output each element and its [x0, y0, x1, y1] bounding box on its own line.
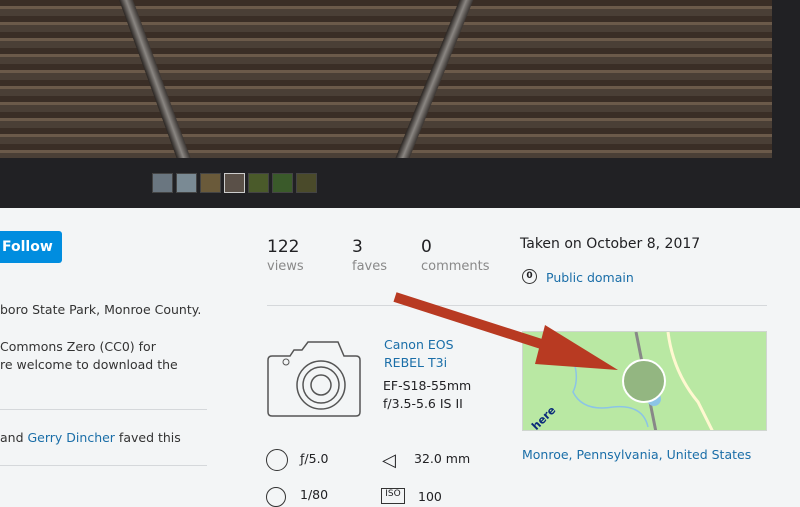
thumbnail[interactable]	[200, 173, 221, 193]
divider	[0, 465, 207, 466]
iso-value: 100	[418, 489, 442, 504]
description-line: Commons Zero (CC0) for	[0, 339, 156, 354]
description-line: boro State Park, Monroe County.	[0, 302, 202, 317]
focal-length-value: 32.0 mm	[414, 451, 471, 466]
follow-button[interactable]: Follow	[0, 231, 62, 263]
divider	[0, 409, 207, 410]
camera-model-link[interactable]: REBEL T3i	[384, 355, 447, 370]
shutter-speed-icon	[266, 487, 286, 507]
thumbnail[interactable]	[176, 173, 197, 193]
public-domain-icon: 0	[522, 269, 537, 284]
license-link[interactable]: Public domain	[546, 270, 634, 285]
main-photo[interactable]	[0, 0, 772, 158]
thumbnail[interactable]	[248, 173, 269, 193]
description-line: re welcome to download the	[0, 357, 178, 372]
camera-icon	[267, 341, 361, 417]
divider	[267, 305, 767, 306]
location-link[interactable]: Monroe, Pennsylvania, United States	[522, 447, 751, 462]
focal-length-icon: ◁	[382, 450, 396, 471]
camera-model-link[interactable]: Canon EOS	[384, 337, 454, 352]
photo-viewer	[0, 0, 800, 208]
thumbnail[interactable]	[272, 173, 293, 193]
lens: EF-S18-55mm	[383, 378, 472, 393]
faved-by: and Gerry Dincher faved this	[0, 430, 181, 445]
thumbnail-strip	[152, 173, 317, 193]
thumbnail[interactable]	[152, 173, 173, 193]
thumbnail[interactable]	[296, 173, 317, 193]
user-link[interactable]: Gerry Dincher	[28, 430, 115, 445]
aperture-icon	[266, 449, 288, 471]
stat-views: 122 views	[267, 237, 304, 274]
here-logo: here	[529, 404, 558, 431]
lens: f/3.5-5.6 IS II	[383, 396, 463, 411]
stat-faves: 3 faves	[352, 237, 388, 274]
thumbnail[interactable]	[224, 173, 245, 193]
date-taken: Taken on October 8, 2017	[520, 236, 701, 252]
stat-comments: 0 comments	[421, 237, 490, 274]
aperture-value: ƒ/5.0	[300, 451, 329, 466]
location-map[interactable]: here	[522, 331, 767, 431]
iso-icon: ISO	[381, 488, 405, 504]
